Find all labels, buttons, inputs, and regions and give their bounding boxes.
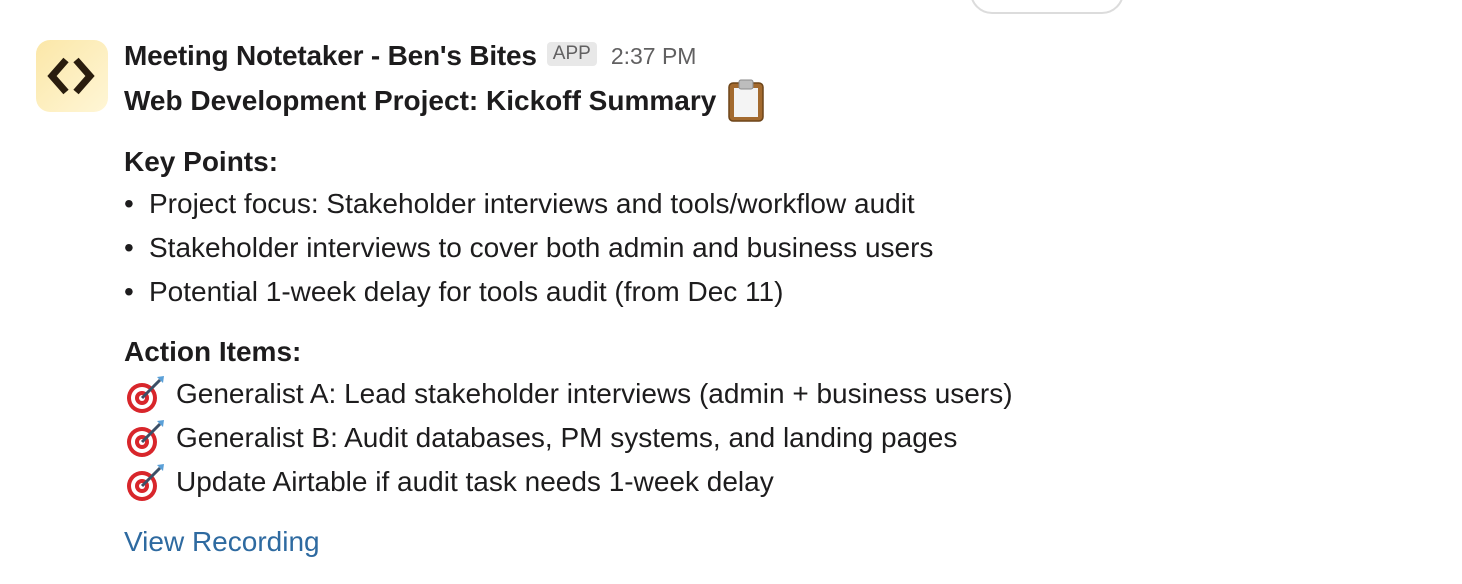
sender-name[interactable]: Meeting Notetaker - Ben's Bites (124, 40, 537, 72)
action-items-list: Generalist A: Lead stakeholder interview… (124, 372, 1424, 504)
list-item: Update Airtable if audit task needs 1-we… (124, 460, 1424, 504)
message-title: Web Development Project: Kickoff Summary (124, 85, 717, 116)
message-body: Meeting Notetaker - Ben's Bites APP 2:37… (124, 36, 1424, 564)
bullet-marker: • (124, 188, 134, 219)
action-item-text: Update Airtable if audit task needs 1-we… (176, 466, 774, 497)
clipboard-icon (726, 79, 766, 123)
key-point-text: Potential 1-week delay for tools audit (… (149, 276, 784, 307)
action-items-heading: Action Items: (124, 336, 302, 367)
key-point-text: Stakeholder interviews to cover both adm… (149, 232, 934, 263)
message-title-line: Web Development Project: Kickoff Summary (124, 78, 1424, 124)
notetaker-logo-icon (47, 57, 95, 95)
top-button-pill[interactable] (970, 0, 1124, 14)
avatar[interactable] (36, 40, 108, 112)
timestamp[interactable]: 2:37 PM (611, 43, 697, 70)
key-point-text: Project focus: Stakeholder interviews an… (149, 188, 915, 219)
key-points-heading: Key Points: (124, 146, 279, 177)
target-icon (124, 374, 168, 414)
bullet-marker: • (124, 232, 134, 263)
action-item-text: Generalist A: Lead stakeholder interview… (176, 378, 1013, 409)
target-icon (124, 418, 168, 458)
key-points-list: • Project focus: Stakeholder interviews … (124, 182, 1424, 314)
list-item: • Stakeholder interviews to cover both a… (124, 226, 1424, 270)
app-badge: APP (546, 42, 597, 66)
list-item: Generalist A: Lead stakeholder interview… (124, 372, 1424, 416)
message-header: Meeting Notetaker - Ben's Bites APP 2:37… (124, 36, 1424, 76)
target-icon (124, 462, 168, 502)
list-item: • Potential 1-week delay for tools audit… (124, 270, 1424, 314)
list-item: Generalist B: Audit databases, PM system… (124, 416, 1424, 460)
bullet-marker: • (124, 276, 134, 307)
list-item: • Project focus: Stakeholder interviews … (124, 182, 1424, 226)
action-item-text: Generalist B: Audit databases, PM system… (176, 422, 958, 453)
view-recording-link[interactable]: View Recording (124, 520, 320, 564)
